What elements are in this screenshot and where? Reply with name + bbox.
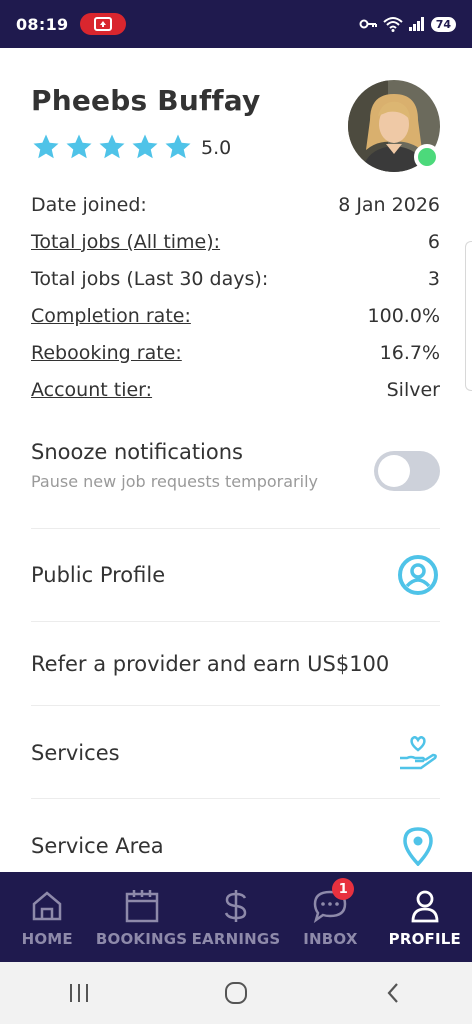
stat-value: 3 [427, 267, 440, 290]
stat-label[interactable]: Completion rate: [31, 305, 191, 327]
stat-value: 8 Jan 2026 [338, 193, 440, 216]
nav-label: BOOKINGS [95, 930, 188, 948]
battery-indicator: 74 [430, 16, 456, 32]
star-icon [165, 134, 191, 159]
bottom-nav: HOME BOOKINGS EARNINGS 1 INBOX PROFILE [0, 872, 472, 962]
divider [31, 798, 440, 799]
menu-item-label: Refer a provider and earn US$100 [31, 652, 390, 676]
divider [31, 621, 440, 622]
toggle-knob [378, 455, 410, 487]
stat-total-jobs-all-time[interactable]: Total jobs (All time): 6 [31, 223, 440, 260]
stat-value: 6 [427, 230, 440, 253]
user-circle-icon [396, 553, 440, 597]
profile-icon [405, 886, 445, 926]
status-icons: 74 [359, 16, 456, 32]
menu-item-label: Services [31, 741, 120, 765]
nav-label: HOME [21, 930, 73, 948]
menu-item-services[interactable]: Services [31, 723, 440, 783]
stat-label: Date joined: [31, 193, 147, 216]
recents-icon[interactable] [49, 973, 109, 1013]
wifi-icon [383, 17, 403, 32]
divider [31, 528, 440, 529]
system-nav-bar [0, 962, 472, 1024]
menu-item-label: Public Profile [31, 563, 166, 587]
snooze-notifications-row: Snooze notifications Pause new job reque… [31, 440, 440, 491]
star-icon [132, 134, 158, 159]
status-bar: 08:19 74 [0, 0, 472, 48]
screen-record-icon [80, 13, 127, 35]
stat-label: Total jobs (Last 30 days): [31, 267, 269, 290]
hand-heart-icon [396, 731, 440, 775]
back-icon[interactable] [363, 973, 423, 1013]
key-icon [359, 19, 377, 29]
nav-label: EARNINGS [191, 930, 281, 948]
stats-list: Date joined: 8 Jan 2026 Total jobs (All … [31, 186, 440, 408]
stat-completion-rate[interactable]: Completion rate: 100.0% [31, 297, 440, 334]
stat-label[interactable]: Rebooking rate: [31, 342, 182, 364]
star-icon [66, 134, 92, 159]
nav-label: PROFILE [388, 930, 461, 948]
rating-value: 5.0 [201, 137, 232, 159]
menu-item-service-area[interactable]: Service Area [31, 816, 440, 872]
stat-value: 100.0% [367, 304, 440, 327]
scroll-edge-handle[interactable] [465, 241, 472, 391]
dollar-icon [216, 886, 256, 926]
star-rating [31, 132, 193, 162]
nav-home[interactable]: HOME [0, 872, 94, 962]
home-circle-icon[interactable] [206, 973, 266, 1013]
menu-item-label: Service Area [31, 834, 164, 858]
stat-value: 16.7% [379, 341, 440, 364]
nav-profile[interactable]: PROFILE [378, 872, 472, 962]
map-pin-icon [396, 824, 440, 868]
star-icon [99, 134, 125, 159]
signal-icon [408, 17, 424, 31]
nav-earnings[interactable]: EARNINGS [189, 872, 283, 962]
provider-name: Pheebs Buffay [31, 84, 261, 117]
divider [31, 705, 440, 706]
star-icon [33, 134, 59, 159]
calendar-icon [122, 886, 162, 926]
stat-value: Silver [386, 378, 440, 401]
stat-date-joined: Date joined: 8 Jan 2026 [31, 186, 440, 223]
nav-label: INBOX [303, 930, 358, 948]
menu-item-refer-provider[interactable]: Refer a provider and earn US$100 [31, 634, 440, 694]
stat-label[interactable]: Total jobs (All time): [31, 231, 220, 253]
nav-bookings[interactable]: BOOKINGS [94, 872, 188, 962]
profile-content: Pheebs Buffay 5.0 Date joined: 8 Jan 202… [0, 48, 472, 872]
menu-item-public-profile[interactable]: Public Profile [31, 545, 440, 605]
status-time: 08:19 [16, 14, 69, 34]
snooze-toggle[interactable] [374, 451, 440, 491]
stat-label[interactable]: Account tier: [31, 379, 152, 401]
stat-account-tier[interactable]: Account tier: Silver [31, 371, 440, 408]
avatar[interactable] [348, 80, 440, 172]
nav-inbox[interactable]: 1 INBOX [283, 872, 377, 962]
home-icon [27, 886, 67, 926]
online-status-dot [414, 144, 440, 170]
inbox-badge: 1 [332, 878, 355, 900]
stat-total-jobs-30-days: Total jobs (Last 30 days): 3 [31, 260, 440, 297]
stat-rebooking-rate[interactable]: Rebooking rate: 16.7% [31, 334, 440, 371]
